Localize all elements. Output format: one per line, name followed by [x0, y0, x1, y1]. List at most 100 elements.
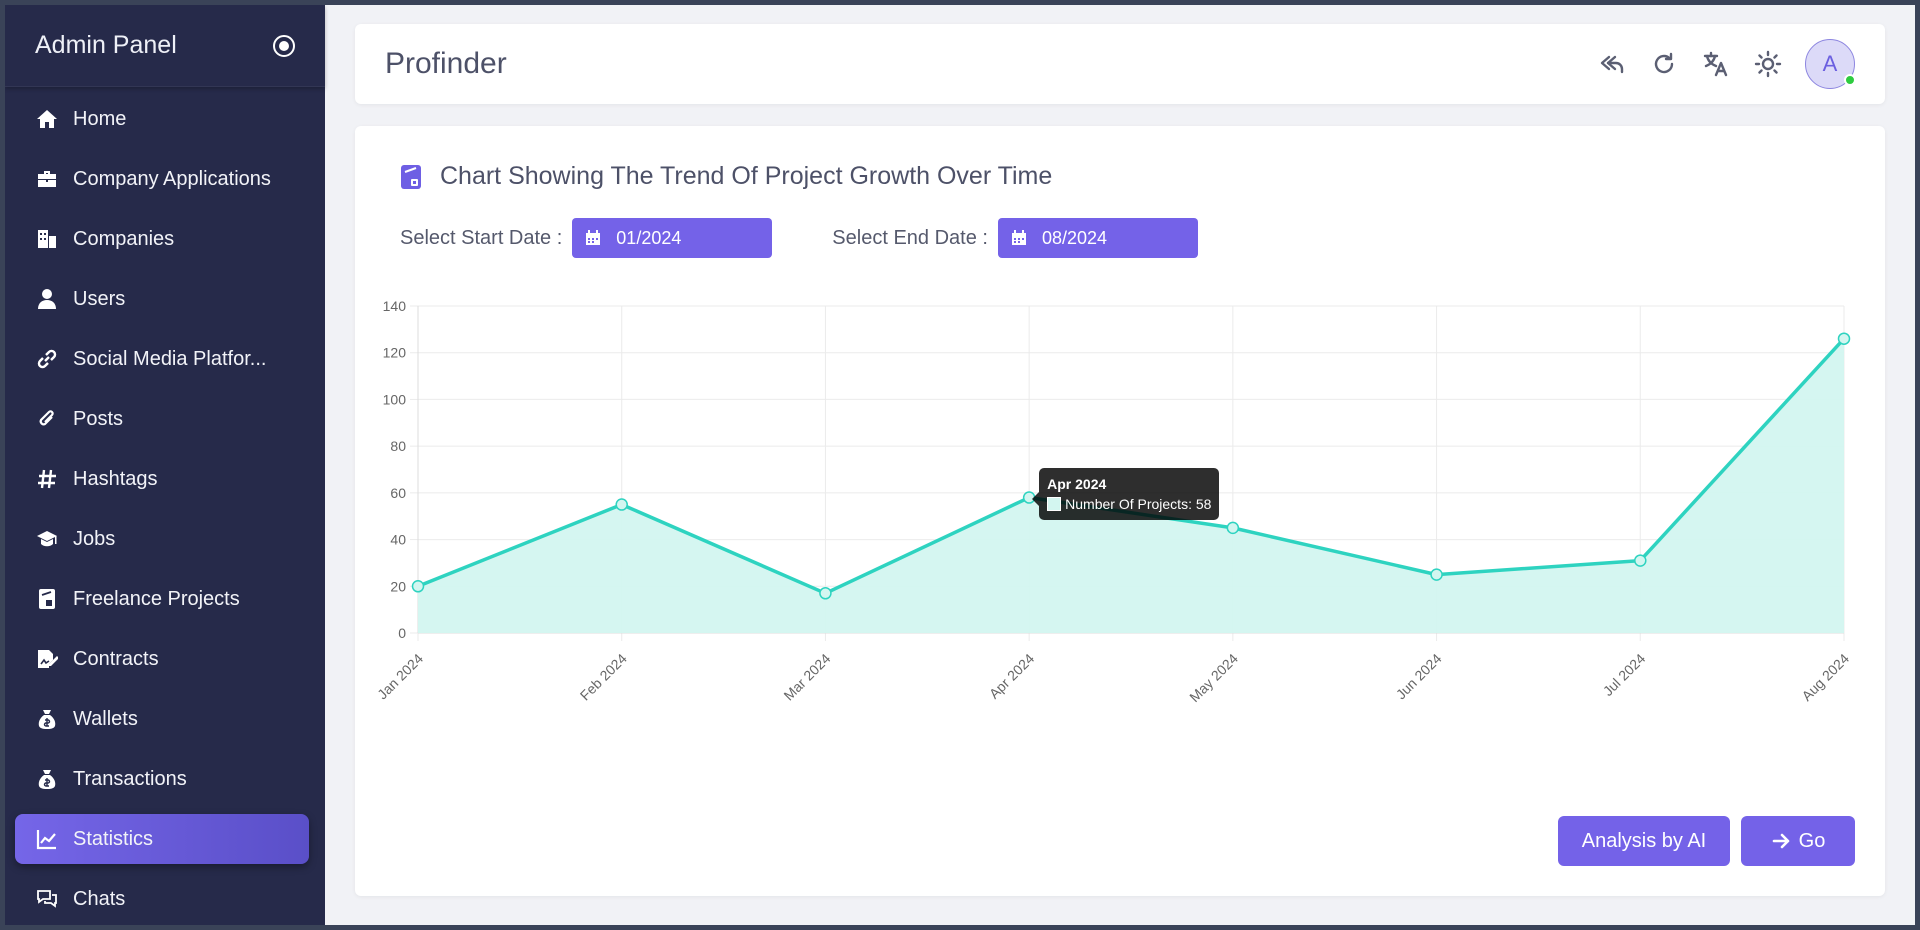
y-tick-label: 100 — [383, 391, 407, 407]
file-invoice-icon — [401, 164, 421, 189]
sidebar-item-label: Freelance Projects — [73, 587, 240, 610]
paperclip-icon — [35, 407, 59, 431]
x-tick-label: May 2024 — [1186, 650, 1241, 705]
chart-line-icon — [35, 827, 59, 851]
arrow-right-icon — [1772, 833, 1789, 849]
sun-icon[interactable] — [1753, 49, 1783, 79]
data-point — [819, 587, 832, 600]
data-point — [1226, 521, 1240, 535]
app-frame: Admin Panel Home Company Applications Comp… — [5, 5, 1915, 925]
go-button[interactable]: Go — [1741, 816, 1855, 866]
sidebar-item-label: Home — [73, 107, 127, 130]
data-point — [1430, 568, 1443, 581]
sidebar-item-companies[interactable]: Companies — [5, 209, 325, 269]
x-tick-label: Apr 2024 — [986, 650, 1038, 702]
sidebar-item-contracts[interactable]: Contracts — [5, 629, 325, 689]
data-point — [615, 498, 628, 511]
tooltip-swatch — [1047, 496, 1062, 511]
analysis-by-ai-label: Analysis by AI — [1581, 829, 1707, 852]
y-tick-label: 40 — [390, 532, 406, 548]
sidebar: Admin Panel Home Company Applications Comp… — [5, 5, 325, 925]
y-tick-label: 60 — [390, 485, 406, 501]
date-filters: Select Start Date : 01/2024 Select End D… — [400, 218, 1198, 258]
file-invoice-icon — [35, 587, 59, 611]
sidebar-item-label: Company Applications — [73, 167, 271, 190]
start-date-label: Select Start Date : — [400, 226, 563, 249]
y-tick-label: 20 — [390, 578, 406, 594]
top-bar-icons: A — [1597, 39, 1856, 89]
briefcase-icon — [35, 167, 59, 191]
sidebar-item-label: Chats — [73, 887, 126, 910]
translate-icon[interactable] — [1701, 49, 1731, 79]
x-tick-label: Jan 2024 — [374, 650, 426, 702]
sidebar-item-jobs[interactable]: Jobs — [5, 509, 325, 569]
money-bag-icon — [35, 767, 59, 791]
card-title: Chart Showing The Trend Of Project Growt… — [400, 162, 1052, 191]
tooltip-title: Apr 2024 — [1047, 475, 1107, 492]
start-date-input[interactable]: 01/2024 — [572, 218, 773, 258]
chat-icon — [35, 887, 59, 911]
sidebar-item-label: Hashtags — [73, 467, 158, 490]
data-point — [1634, 554, 1647, 567]
sidebar-title: Admin Panel — [35, 31, 177, 59]
sidebar-item-label: Contracts — [73, 647, 159, 670]
sidebar-item-label: Statistics — [73, 827, 154, 850]
home-icon — [35, 107, 59, 131]
sidebar-header: Admin Panel — [5, 5, 325, 87]
sidebar-menu: Home Company Applications Companies Users So… — [5, 87, 325, 925]
data-point — [1837, 332, 1851, 345]
avatar[interactable]: A — [1805, 39, 1856, 89]
sidebar-item-hashtags[interactable]: Hashtags — [5, 449, 325, 509]
y-tick-label: 80 — [390, 438, 406, 454]
statistics-card: Chart Showing The Trend Of Project Growt… — [355, 126, 1885, 896]
x-tick-label: Jul 2024 — [1600, 650, 1649, 699]
sidebar-item-label: Social Media Platfor... — [73, 347, 267, 370]
calendar-icon — [586, 230, 601, 245]
top-bar: Profinder A — [355, 24, 1885, 104]
data-point — [411, 580, 425, 593]
reply-all-icon[interactable] — [1597, 49, 1627, 79]
sidebar-item-label: Posts — [73, 407, 124, 430]
sidebar-item-label: Users — [73, 287, 126, 310]
online-status-dot — [1844, 74, 1856, 86]
avatar-letter: A — [1822, 51, 1838, 76]
sidebar-item-chats[interactable]: Chats — [5, 869, 325, 925]
y-tick-label: 120 — [383, 345, 407, 361]
y-tick-label: 140 — [383, 298, 407, 314]
page-title: Profinder — [385, 47, 507, 80]
sidebar-item-company-applications[interactable]: Company Applications — [5, 149, 325, 209]
sidebar-item-wallets[interactable]: Wallets — [5, 689, 325, 749]
y-tick-label: 0 — [398, 625, 406, 641]
start-date-value: 01/2024 — [616, 227, 682, 248]
hashtag-icon — [35, 467, 59, 491]
sidebar-item-home[interactable]: Home — [5, 89, 325, 149]
sidebar-item-label: Wallets — [73, 707, 138, 730]
calendar-icon — [1011, 230, 1026, 245]
end-date-label: Select End Date : — [832, 226, 988, 249]
refresh-icon[interactable] — [1649, 49, 1679, 79]
end-date-input[interactable]: 08/2024 — [997, 218, 1198, 258]
sidebar-item-label: Companies — [73, 227, 175, 250]
x-tick-label: Mar 2024 — [780, 650, 833, 703]
sidebar-item-label: Transactions — [73, 767, 187, 790]
sidebar-item-social-media-platfor[interactable]: Social Media Platfor... — [5, 329, 325, 389]
end-date-value: 08/2024 — [1041, 227, 1108, 248]
chart-title: Chart Showing The Trend Of Project Growt… — [440, 162, 1053, 190]
tooltip-text: Number Of Projects: 58 — [1065, 495, 1212, 512]
graduation-cap-icon — [35, 527, 59, 551]
sidebar-toggle-icon[interactable] — [273, 34, 295, 57]
file-signature-icon — [35, 647, 59, 671]
chart-tooltip: Apr 2024 Number Of Projects: 58 — [1032, 467, 1220, 520]
sidebar-item-users[interactable]: Users — [5, 269, 325, 329]
sidebar-item-statistics[interactable]: Statistics — [15, 814, 309, 864]
building-icon — [35, 227, 59, 251]
sidebar-item-label: Jobs — [73, 527, 116, 550]
money-bag-icon — [35, 707, 59, 731]
sidebar-item-freelance-projects[interactable]: Freelance Projects — [5, 569, 325, 629]
x-tick-label: Jun 2024 — [1393, 650, 1445, 702]
sidebar-item-transactions[interactable]: Transactions — [5, 749, 325, 809]
go-label: Go — [1798, 829, 1826, 852]
x-tick-label: Aug 2024 — [1798, 650, 1852, 704]
sidebar-item-posts[interactable]: Posts — [5, 389, 325, 449]
analysis-by-ai-button[interactable]: Analysis by AI — [1558, 816, 1730, 866]
